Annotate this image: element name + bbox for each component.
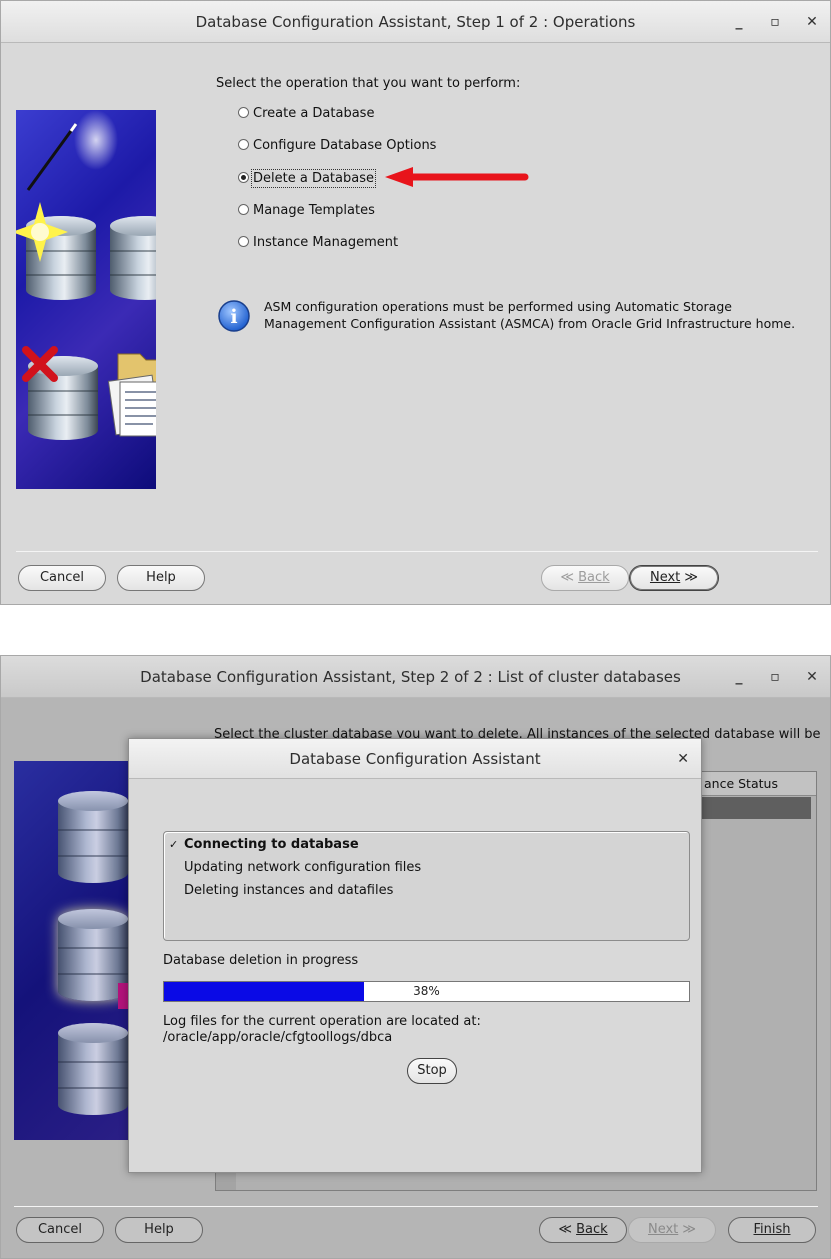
cancel-button[interactable]: Cancel <box>16 1217 104 1243</box>
chevron-left-icon: ≪ <box>560 570 579 585</box>
maximize-icon[interactable]: ▫ <box>764 11 786 33</box>
deletion-progress-dialog: Database Configuration Assistant ✕ ✓ Con… <box>128 738 702 1173</box>
close-icon[interactable]: ✕ <box>801 11 823 33</box>
log-location-label: Log files for the current operation are … <box>163 1014 481 1029</box>
asm-info-text-line1: ASM configuration operations must be per… <box>264 299 732 314</box>
log-location-path: /oracle/app/oracle/cfgtoollogs/dbca <box>163 1030 393 1045</box>
finish-label: Finish <box>753 1222 791 1237</box>
close-icon[interactable]: ✕ <box>801 666 823 688</box>
radio-indicator-selected[interactable] <box>238 172 249 183</box>
column-header-instance-status[interactable]: ance Status <box>704 776 778 791</box>
step-deleting-instances: Deleting instances and datafiles <box>184 883 394 898</box>
database-cylinder-icon <box>58 791 128 883</box>
next-button[interactable]: Next ≫ <box>629 565 719 591</box>
database-cylinder-icon <box>58 1023 128 1115</box>
stop-button[interactable]: Stop <box>407 1058 457 1084</box>
wizard-illustration <box>16 110 156 489</box>
radio-delete-database[interactable]: Delete a Database <box>238 169 376 188</box>
back-label: Back <box>576 1222 608 1237</box>
next-label: Next <box>647 1222 679 1237</box>
help-button[interactable]: Help <box>115 1217 203 1243</box>
step1-titlebar[interactable]: Database Configuration Assistant, Step 1… <box>1 1 830 43</box>
back-button[interactable]: ≪ Back <box>539 1217 627 1243</box>
footer-separator <box>14 1206 818 1207</box>
help-button[interactable]: Help <box>117 565 205 591</box>
progress-status-text: Database deletion in progress <box>163 953 359 968</box>
table-scrollbar[interactable] <box>216 1172 236 1190</box>
radio-label: Manage Templates <box>253 203 375 218</box>
back-label: Back <box>578 570 610 585</box>
database-cylinder-icon <box>110 216 156 300</box>
step-updating-network: Updating network configuration files <box>184 860 422 875</box>
step1-window: Database Configuration Assistant, Step 1… <box>0 0 831 605</box>
wizard-illustration <box>14 761 134 1140</box>
progress-percent: 38% <box>413 984 440 998</box>
footer-separator <box>16 551 818 552</box>
step2-titlebar[interactable]: Database Configuration Assistant, Step 2… <box>1 656 830 698</box>
step2-window-title: Database Configuration Assistant, Step 2… <box>140 668 681 686</box>
red-arrow-annotation <box>385 167 529 187</box>
chevron-right-icon: ≫ <box>678 1222 697 1237</box>
radio-label: Configure Database Options <box>253 138 437 153</box>
next-button[interactable]: Next ≫ <box>628 1217 716 1243</box>
dialog-titlebar[interactable]: Database Configuration Assistant ✕ <box>129 739 701 779</box>
close-icon[interactable]: ✕ <box>677 739 689 779</box>
checkmark-icon: ✓ <box>169 838 179 851</box>
radio-label: Delete a Database <box>251 169 376 188</box>
cancel-button[interactable]: Cancel <box>18 565 106 591</box>
folder-documents-icon <box>108 353 156 437</box>
dialog-title: Database Configuration Assistant <box>289 750 541 768</box>
info-icon: i <box>218 300 250 332</box>
minimize-icon[interactable]: _ <box>728 666 750 688</box>
operation-prompt: Select the operation that you want to pe… <box>216 76 521 91</box>
maximize-icon[interactable]: ▫ <box>764 666 786 688</box>
radio-manage-templates[interactable]: Manage Templates <box>238 202 375 220</box>
next-label: Next <box>649 570 681 585</box>
back-button[interactable]: ≪ Back <box>541 565 629 591</box>
step1-window-title: Database Configuration Assistant, Step 1… <box>195 13 636 31</box>
radio-indicator[interactable] <box>238 236 249 247</box>
radio-label: Instance Management <box>253 235 399 250</box>
svg-text:i: i <box>230 306 237 328</box>
radio-instance-management[interactable]: Instance Management <box>238 234 398 252</box>
chevron-right-icon: ≫ <box>680 570 699 585</box>
asm-info-text-line2: Management Configuration Assistant (ASMC… <box>264 316 796 331</box>
radio-indicator[interactable] <box>238 139 249 150</box>
radio-create-database[interactable]: Create a Database <box>238 105 374 123</box>
delete-x-icon <box>22 346 58 382</box>
radio-indicator[interactable] <box>238 107 249 118</box>
step-connecting: Connecting to database <box>184 837 359 852</box>
chevron-left-icon: ≪ <box>558 1222 577 1237</box>
radio-configure-database-options[interactable]: Configure Database Options <box>238 137 436 155</box>
progress-steps-list: ✓ Connecting to database Updating networ… <box>163 831 690 941</box>
minimize-icon[interactable]: _ <box>728 11 750 33</box>
finish-button[interactable]: Finish <box>728 1217 816 1243</box>
radio-indicator[interactable] <box>238 204 249 215</box>
radio-label: Create a Database <box>253 106 375 121</box>
sparkle-icon <box>16 202 68 262</box>
progress-bar: 38% <box>163 981 690 1002</box>
